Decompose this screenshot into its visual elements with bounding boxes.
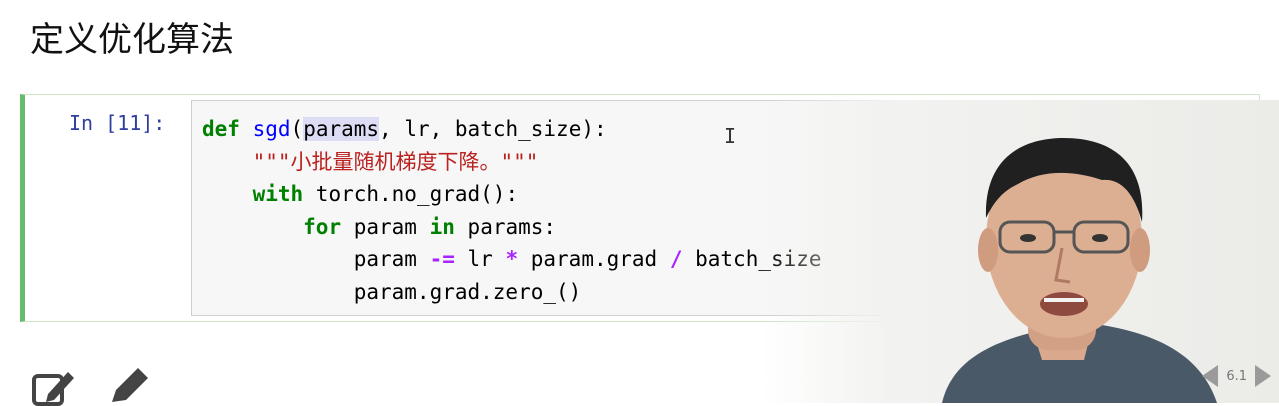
keyword-for: for — [303, 214, 342, 239]
operator-mul: * — [505, 247, 519, 271]
keyword-with: with — [252, 182, 304, 206]
docstring: """小批量随机梯度下降。""" — [252, 149, 539, 174]
operator-div: / — [669, 247, 683, 271]
with-rest: torch.no_grad(): — [303, 182, 519, 206]
param-var: param — [353, 247, 430, 271]
for-rest: params: — [454, 214, 557, 239]
slide-number: 6.1 — [1226, 368, 1247, 384]
function-name: sgd — [252, 117, 291, 141]
lr-var: lr — [454, 247, 506, 271]
code-line-6: param.grad.zero_() — [202, 279, 582, 304]
loop-var: param — [341, 214, 430, 239]
next-slide-icon[interactable] — [1253, 363, 1273, 389]
code-line-5: param -= lr * param.grad / batch_size — [202, 247, 822, 271]
section-heading: 定义优化算法 — [30, 20, 234, 60]
operator-minus-eq: -= — [429, 247, 455, 271]
cell-prompt: In [11]: — [69, 111, 166, 135]
pencil-icon[interactable] — [106, 366, 152, 406]
prev-slide-icon[interactable] — [1200, 363, 1220, 389]
highlighted-param: params — [303, 117, 380, 141]
paren: ( — [290, 117, 304, 141]
text-cursor-icon: I — [724, 124, 737, 148]
notebook-toolbar — [30, 366, 152, 406]
slide-navigation: 6.1 — [1200, 363, 1273, 389]
code-line-1: def sgd(params, lr, batch_size): — [202, 117, 607, 141]
keyword-in: in — [429, 214, 455, 239]
zero-call: param.grad.zero_() — [353, 279, 582, 304]
code-line-3: with torch.no_grad(): — [202, 182, 519, 206]
presenter-video: 6.1 — [762, 100, 1279, 403]
grad-var: param.grad — [518, 247, 670, 271]
code-line-4: for param in params: — [202, 215, 556, 239]
edit-icon[interactable] — [30, 366, 76, 406]
presenter-image — [942, 138, 1217, 403]
signature-rest: , lr, batch_size): — [379, 117, 607, 141]
code-line-2: """小批量随机梯度下降。""" — [202, 149, 539, 174]
keyword-def: def — [202, 117, 240, 141]
